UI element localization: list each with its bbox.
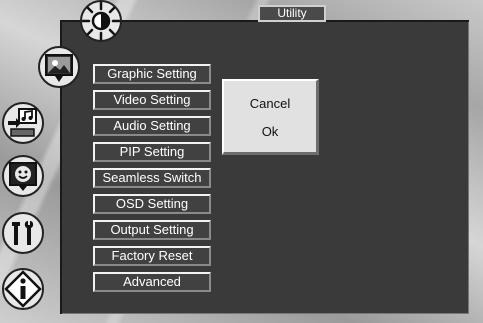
face-icon[interactable] (2, 155, 44, 197)
menu-item-seamless-switch[interactable]: Seamless Switch (93, 168, 211, 188)
picture-icon[interactable] (38, 46, 80, 88)
menu-title: Utility (258, 5, 326, 22)
menu-item-video-setting[interactable]: Video Setting (93, 90, 211, 110)
brightness-icon[interactable] (80, 0, 122, 42)
ok-option[interactable]: Ok (224, 124, 316, 139)
osd-screen: Utility Graphic Setting Video Setting Au… (0, 0, 483, 323)
tools-icon[interactable] (2, 212, 44, 254)
info-icon[interactable] (2, 268, 44, 310)
menu-item-osd-setting[interactable]: OSD Setting (93, 194, 211, 214)
menu-item-output-setting[interactable]: Output Setting (93, 220, 211, 240)
menu-item-pip-setting[interactable]: PIP Setting (93, 142, 211, 162)
audio-input-icon[interactable] (2, 102, 44, 144)
cancel-option[interactable]: Cancel (224, 96, 316, 111)
menu-item-audio-setting[interactable]: Audio Setting (93, 116, 211, 136)
menu-item-factory-reset[interactable]: Factory Reset (93, 246, 211, 266)
confirm-popup: Cancel Ok (222, 79, 319, 155)
menu-item-advanced[interactable]: Advanced (93, 272, 211, 292)
menu-item-graphic-setting[interactable]: Graphic Setting (93, 64, 211, 84)
